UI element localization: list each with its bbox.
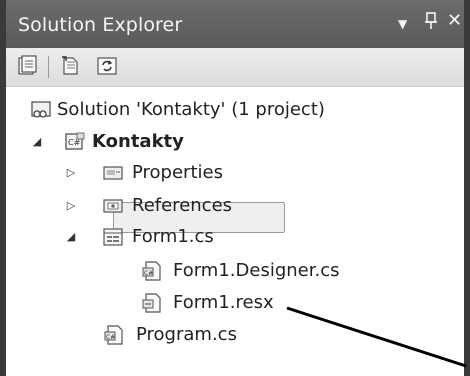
expanded-arrow-icon[interactable]: ◢	[30, 127, 44, 157]
form1-resx-label: Form1.resx	[173, 292, 274, 313]
solution-label: Solution 'Kontakty' (1 project)	[57, 99, 325, 120]
program-label: Program.cs	[136, 324, 237, 345]
close-icon[interactable]: ✕	[447, 11, 462, 31]
properties-icon[interactable]	[16, 55, 38, 77]
show-all-files-icon[interactable]	[60, 55, 82, 77]
svg-text:C#: C#	[144, 270, 153, 277]
expanded-arrow-icon[interactable]: ◢	[64, 222, 78, 252]
collapsed-arrow-icon[interactable]: ▷	[64, 158, 78, 188]
cs-file-icon: C#	[142, 261, 164, 281]
properties-label: Properties	[132, 162, 223, 183]
panel-title: Solution Explorer	[18, 14, 183, 36]
properties-folder-icon	[102, 163, 124, 183]
solution-icon	[30, 100, 52, 120]
form-icon	[102, 227, 124, 247]
collapsed-arrow-icon[interactable]: ▷	[64, 191, 78, 221]
pin-icon[interactable]	[424, 11, 438, 36]
form1-designer-label: Form1.Designer.cs	[173, 260, 340, 281]
title-bar: Solution Explorer ▼ ✕	[6, 0, 464, 48]
form1-label: Form1.cs	[132, 226, 214, 247]
toolbar	[6, 48, 464, 87]
toolbar-separator	[48, 56, 49, 78]
references-label: References	[132, 195, 233, 216]
cs-file-icon: C#	[104, 325, 126, 345]
resx-file-icon	[142, 293, 164, 313]
dropdown-arrow-icon[interactable]: ▼	[398, 14, 407, 34]
project-label: Kontakty	[92, 131, 184, 152]
svg-text:C#: C#	[106, 334, 115, 341]
references-icon	[102, 196, 124, 216]
refresh-icon[interactable]	[96, 55, 118, 77]
csharp-project-icon: C#	[64, 132, 86, 152]
